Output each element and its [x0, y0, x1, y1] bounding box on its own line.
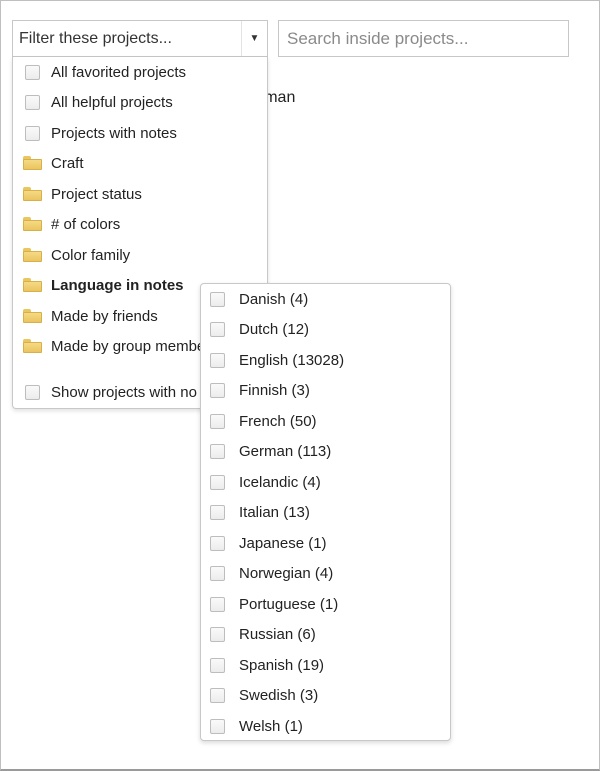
checkbox-icon[interactable]	[209, 382, 225, 398]
checkbox-icon[interactable]	[24, 94, 40, 110]
folder-icon	[22, 339, 42, 353]
menu-item-project-status[interactable]: Project status	[13, 179, 267, 209]
checkbox-icon[interactable]	[209, 291, 225, 307]
language-option[interactable]: Welsh (1)	[201, 711, 450, 741]
language-option[interactable]: Danish (4)	[201, 284, 450, 314]
checkbox-icon[interactable]	[209, 626, 225, 642]
language-option[interactable]: Italian (13)	[201, 497, 450, 527]
checkbox-icon[interactable]	[24, 384, 40, 400]
language-option-label: French (50)	[239, 412, 317, 430]
language-option-label: Russian (6)	[239, 625, 316, 643]
language-option-label: Japanese (1)	[239, 534, 327, 552]
language-option[interactable]: German (113)	[201, 436, 450, 466]
language-option-label: English (13028)	[239, 351, 345, 369]
language-option[interactable]: Swedish (3)	[201, 680, 450, 710]
folder-icon	[22, 187, 42, 201]
checkbox-icon[interactable]	[209, 504, 225, 520]
language-option-label: Dutch (12)	[239, 320, 310, 338]
checkbox-icon[interactable]	[209, 535, 225, 551]
dropdown-arrow-icon[interactable]: ▼	[241, 21, 267, 56]
language-option-label: Italian (13)	[239, 503, 310, 521]
checkbox-icon[interactable]	[209, 718, 225, 734]
checkbox-icon[interactable]	[209, 687, 225, 703]
filter-select-label: Filter these projects...	[19, 29, 172, 47]
language-option[interactable]: French (50)	[201, 406, 450, 436]
language-option[interactable]: Dutch (12)	[201, 314, 450, 344]
menu-item-label: Project status	[51, 185, 142, 203]
language-option-label: Finnish (3)	[239, 381, 310, 399]
checkbox-icon[interactable]	[209, 657, 225, 673]
menu-item-projects-with-notes[interactable]: Projects with notes	[13, 118, 267, 148]
language-option-label: German (113)	[239, 442, 332, 460]
checkbox-icon[interactable]	[24, 64, 40, 80]
menu-item-label: Show projects with no	[51, 383, 197, 401]
menu-item-all-helpful[interactable]: All helpful projects	[13, 87, 267, 117]
menu-item-num-colors[interactable]: # of colors	[13, 209, 267, 239]
language-option-label: Portuguese (1)	[239, 595, 339, 613]
checkbox-icon[interactable]	[24, 125, 40, 141]
menu-item-label: Projects with notes	[51, 124, 177, 142]
menu-item-label: Made by group membe	[51, 337, 206, 355]
checkbox-icon[interactable]	[209, 565, 225, 581]
language-option-label: Spanish (19)	[239, 656, 325, 674]
language-option-label: Norwegian (4)	[239, 564, 334, 582]
language-option[interactable]: Icelandic (4)	[201, 467, 450, 497]
language-option-label: Swedish (3)	[239, 686, 319, 704]
menu-item-label: All helpful projects	[51, 93, 173, 111]
folder-icon	[22, 248, 42, 262]
menu-item-label: Made by friends	[51, 307, 158, 325]
language-option-label: Welsh (1)	[239, 717, 303, 735]
checkbox-icon[interactable]	[209, 352, 225, 368]
language-option[interactable]: Japanese (1)	[201, 528, 450, 558]
menu-item-label: Craft	[51, 154, 84, 172]
language-option[interactable]: English (13028)	[201, 345, 450, 375]
checkbox-icon[interactable]	[209, 443, 225, 459]
language-option[interactable]: Portuguese (1)	[201, 589, 450, 619]
menu-item-label: Color family	[51, 246, 131, 264]
menu-item-label: # of colors	[51, 215, 121, 233]
language-option[interactable]: Spanish (19)	[201, 650, 450, 680]
menu-item-craft[interactable]: Craft	[13, 148, 267, 178]
language-option[interactable]: Finnish (3)	[201, 375, 450, 405]
search-input[interactable]	[278, 20, 569, 57]
language-option-label: Icelandic (4)	[239, 473, 321, 491]
checkbox-icon[interactable]	[209, 596, 225, 612]
language-option[interactable]: Russian (6)	[201, 619, 450, 649]
menu-item-all-favorited[interactable]: All favorited projects	[13, 57, 267, 87]
menu-item-label: All favorited projects	[51, 63, 187, 81]
menu-item-color-family[interactable]: Color family	[13, 240, 267, 270]
checkbox-icon[interactable]	[209, 413, 225, 429]
language-option[interactable]: Norwegian (4)	[201, 558, 450, 588]
folder-icon	[22, 309, 42, 323]
folder-icon	[22, 278, 42, 292]
folder-icon	[22, 156, 42, 170]
checkbox-icon[interactable]	[209, 474, 225, 490]
menu-item-label: Language in notes	[51, 276, 184, 294]
folder-icon	[22, 217, 42, 231]
language-option-label: Danish (4)	[239, 290, 309, 308]
filter-select[interactable]: Filter these projects... ▼	[12, 20, 268, 57]
language-submenu: Danish (4) Dutch (12) English (13028) Fi…	[200, 283, 451, 741]
checkbox-icon[interactable]	[209, 321, 225, 337]
